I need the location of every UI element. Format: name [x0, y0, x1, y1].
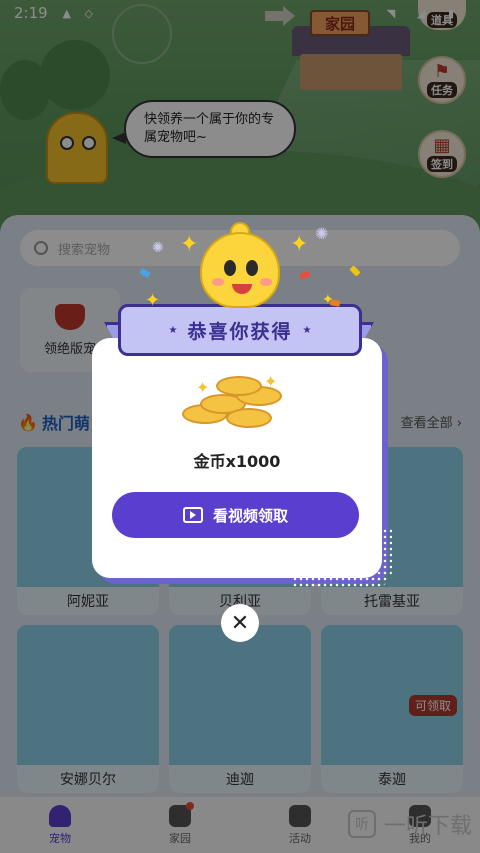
sparkle-icon: ✦ — [180, 232, 199, 257]
sparkle-icon: ✦ — [290, 232, 309, 257]
mascot-chick-illustration — [200, 222, 280, 312]
coin — [226, 408, 272, 428]
burst-icon: ✺ — [152, 240, 164, 256]
sparkle-icon: ✦ — [145, 290, 161, 311]
chick-eye — [246, 260, 258, 276]
burst-icon: ✺ — [315, 224, 329, 243]
close-icon: ✕ — [230, 610, 250, 636]
coin — [216, 376, 262, 396]
video-icon — [182, 507, 203, 523]
sparkle-icon: ✦ — [264, 372, 278, 391]
star-icon: ★ — [168, 324, 178, 336]
chick-cheek — [260, 278, 272, 286]
chick-mouth — [232, 284, 252, 294]
sparkle-icon: ✦ — [196, 378, 210, 397]
watch-video-claim-button[interactable]: 看视频领取 — [112, 492, 359, 538]
dialog-title: 恭喜你获得 — [187, 320, 293, 343]
star-icon: ★ — [302, 324, 312, 336]
reward-amount: 金币x1000 — [193, 452, 281, 471]
close-dialog-button[interactable]: ✕ — [221, 604, 259, 642]
chick-eye — [224, 260, 236, 276]
chick-cheek — [212, 278, 224, 286]
watch-video-label: 看视频领取 — [212, 506, 288, 525]
chick-body — [200, 232, 280, 308]
